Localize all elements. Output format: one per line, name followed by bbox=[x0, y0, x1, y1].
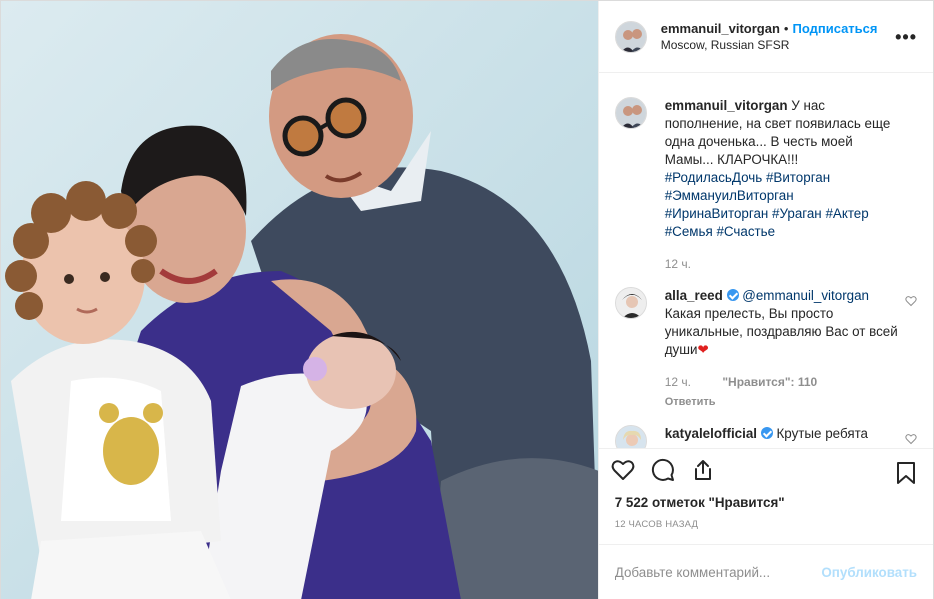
like-comment-heart-icon[interactable] bbox=[905, 295, 917, 310]
bookmark-icon[interactable] bbox=[895, 461, 917, 488]
commenter-username[interactable]: alla_reed bbox=[665, 288, 723, 303]
avatar-photo-icon bbox=[615, 288, 646, 318]
commenter-avatar[interactable] bbox=[614, 287, 647, 319]
comment-item: katyalelofficial Крутые ребята bbox=[614, 425, 917, 448]
separator-dot: • bbox=[783, 20, 789, 36]
comments-list: emmanuil_vitorgan У нас пополнение, на с… bbox=[599, 73, 933, 448]
location-link[interactable]: Moscow, Russian SFSR bbox=[661, 37, 878, 54]
commenter-avatar[interactable] bbox=[614, 425, 647, 448]
red-heart-emoji: ❤ bbox=[697, 342, 709, 357]
comment-icon[interactable] bbox=[651, 458, 675, 485]
comment-input[interactable] bbox=[614, 565, 822, 580]
hashtag-link[interactable]: #Актер bbox=[825, 206, 868, 221]
caption-meta: 12 ч. bbox=[665, 255, 901, 273]
comment-meta: 12 ч. "Нравится": 110 bbox=[665, 373, 901, 391]
caption-item: emmanuil_vitorgan У нас пополнение, на с… bbox=[614, 97, 917, 273]
family-photo-illustration bbox=[1, 1, 598, 599]
mention-link[interactable]: @emmanuil_vitorgan bbox=[742, 288, 869, 303]
verified-badge-icon bbox=[726, 289, 739, 301]
post-side-panel: emmanuil_vitorgan • Подписаться Moscow, Ru… bbox=[597, 1, 933, 599]
comment-item: alla_reed @emmanuil_vitorgan Какая преле… bbox=[614, 287, 917, 411]
avatar-photo-icon bbox=[615, 98, 646, 128]
author-avatar[interactable] bbox=[614, 20, 647, 53]
likes-count[interactable]: 7 522 отметок "Нравится" bbox=[599, 494, 933, 516]
instagram-post: emmanuil_vitorgan • Подписаться Moscow, Ru… bbox=[0, 0, 934, 599]
header-info: emmanuil_vitorgan • Подписаться Moscow, Ru… bbox=[661, 20, 878, 54]
caption-username[interactable]: emmanuil_vitorgan bbox=[665, 98, 788, 113]
hashtag-link[interactable]: #ИринаВиторган bbox=[665, 206, 769, 221]
comment-text: Крутые ребята bbox=[776, 426, 869, 441]
heart-icon[interactable] bbox=[611, 458, 635, 485]
more-options-button[interactable]: ••• bbox=[895, 27, 917, 48]
caption-body: emmanuil_vitorgan У нас пополнение, на с… bbox=[665, 97, 901, 273]
hashtag-link[interactable]: #Семья bbox=[665, 224, 713, 239]
author-username[interactable]: emmanuil_vitorgan bbox=[661, 21, 780, 36]
post-timestamp[interactable]: 12 часов назад bbox=[599, 516, 933, 544]
comment-likes[interactable]: "Нравится": 110 bbox=[722, 375, 817, 389]
hashtag-link[interactable]: #Виторган bbox=[766, 170, 830, 185]
avatar-photo-icon bbox=[615, 21, 646, 52]
comment-time[interactable]: 12 ч. bbox=[665, 375, 691, 389]
publish-button[interactable]: Опубликовать bbox=[821, 565, 917, 580]
post-actions bbox=[598, 448, 933, 494]
hashtag-link[interactable]: #Ураган bbox=[772, 206, 822, 221]
add-comment-bar: Опубликовать bbox=[598, 544, 933, 599]
caption-time[interactable]: 12 ч. bbox=[665, 257, 691, 271]
caption-avatar[interactable] bbox=[614, 97, 647, 129]
reply-button[interactable]: Ответить bbox=[665, 393, 901, 411]
hashtag-link[interactable]: #РодиласьДочь bbox=[665, 170, 763, 185]
follow-button[interactable]: Подписаться bbox=[792, 21, 877, 36]
post-header: emmanuil_vitorgan • Подписаться Moscow, Ru… bbox=[598, 1, 933, 73]
share-icon[interactable] bbox=[691, 458, 715, 485]
comment-body: katyalelofficial Крутые ребята bbox=[665, 425, 901, 448]
avatar-photo-icon bbox=[615, 426, 646, 448]
hashtag-link[interactable]: #Счастье bbox=[716, 224, 775, 239]
post-photo[interactable] bbox=[1, 1, 598, 599]
verified-badge-icon bbox=[760, 427, 773, 439]
commenter-username[interactable]: katyalelofficial bbox=[665, 426, 757, 441]
comment-body: alla_reed @emmanuil_vitorgan Какая преле… bbox=[665, 287, 901, 411]
hashtag-link[interactable]: #ЭммануилВиторган bbox=[665, 188, 794, 203]
like-comment-heart-icon[interactable] bbox=[905, 433, 917, 448]
